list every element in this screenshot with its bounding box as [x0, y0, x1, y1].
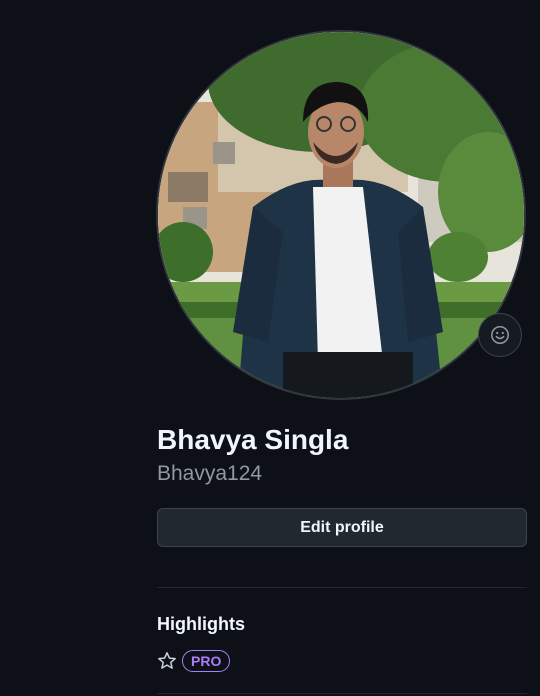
highlight-pro: PRO [157, 650, 231, 672]
pro-badge[interactable]: PRO [182, 650, 231, 672]
set-status-button[interactable] [478, 313, 522, 357]
smiley-icon [491, 326, 509, 344]
avatar[interactable] [156, 30, 526, 400]
avatar-photo [158, 32, 524, 398]
edit-profile-button[interactable]: Edit profile [157, 508, 527, 547]
profile-display-name: Bhavya Singla [157, 424, 349, 455]
profile-sidebar: Bhavya Singla Bhavya124 Edit profile Hig… [0, 0, 540, 696]
section-divider [157, 587, 527, 588]
star-icon [158, 652, 176, 669]
profile-username: Bhavya124 [157, 462, 263, 485]
avatar-container [156, 30, 526, 400]
section-divider-bottom [157, 693, 527, 694]
highlights-title: Highlights [157, 614, 245, 634]
